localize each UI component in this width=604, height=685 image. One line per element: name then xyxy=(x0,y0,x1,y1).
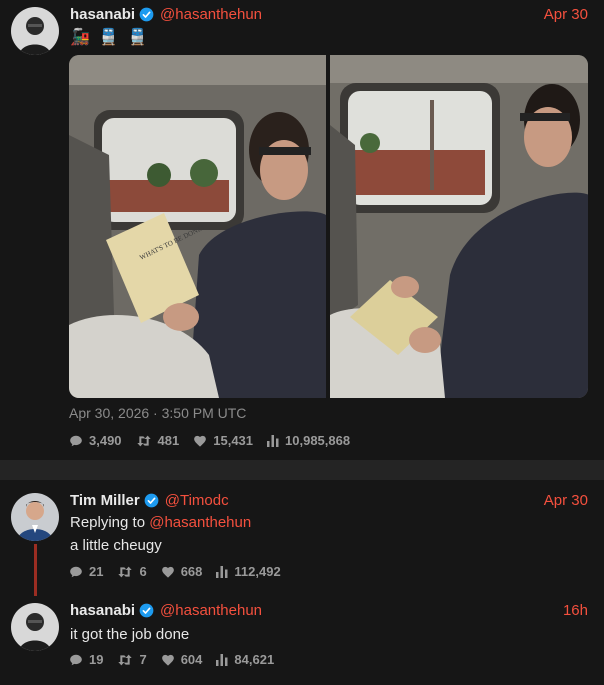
mention-link[interactable]: @hasanthehun xyxy=(149,514,251,531)
tweet-stats: 19 7 604 84,621 xyxy=(69,652,288,667)
thread-line xyxy=(34,544,37,596)
reply-stat[interactable]: 19 xyxy=(69,652,103,667)
main-tweet[interactable]: hasanabi @hasanthehun Apr 30 🚂 🚆 🚆 WHAT'… xyxy=(0,0,604,460)
author-handle[interactable]: @Timodc xyxy=(165,492,229,509)
author-name-row: hasanabi @hasanthehun xyxy=(70,602,262,619)
author-handle[interactable]: @hasanthehun xyxy=(160,6,262,23)
divider xyxy=(0,460,604,480)
emoji-row: 🚂 🚆 🚆 xyxy=(70,27,148,47)
reply-tweet[interactable]: Tim Miller @Timodc Apr 30 Replying to @h… xyxy=(0,480,604,685)
avatar[interactable] xyxy=(11,603,59,651)
tweet-photo[interactable]: WHAT'S TO BE DONE? xyxy=(69,55,327,398)
train-emoji: 🚆 xyxy=(98,29,119,46)
reply-icon xyxy=(70,435,82,446)
like-icon xyxy=(161,566,174,578)
views-stat[interactable]: 84,621 xyxy=(216,652,274,667)
retweet-icon xyxy=(118,566,133,577)
views-count: 10,985,868 xyxy=(285,433,351,448)
retweet-stat[interactable]: 7 xyxy=(117,652,147,667)
verified-icon xyxy=(139,7,154,22)
like-stat[interactable]: 15,431 xyxy=(193,433,253,448)
reply-stat[interactable]: 3,490 xyxy=(69,433,122,448)
retweet-count: 7 xyxy=(139,652,147,667)
verified-icon xyxy=(144,493,159,508)
train-emoji: 🚂 xyxy=(70,29,90,46)
retweet-icon xyxy=(118,654,133,665)
views-icon xyxy=(267,434,279,447)
author-name[interactable]: Tim Miller xyxy=(70,492,140,509)
like-icon xyxy=(194,435,207,447)
like-icon xyxy=(161,654,174,666)
retweet-count: 6 xyxy=(139,564,147,579)
like-stat[interactable]: 668 xyxy=(161,564,203,579)
tweet-timestamp[interactable]: Apr 30, 2026 · 3:50 PM UTC xyxy=(69,405,246,421)
views-count: 84,621 xyxy=(234,652,275,667)
tweet-text: it got the job done xyxy=(70,626,190,643)
views-stat[interactable]: 10,985,868 xyxy=(267,433,350,448)
views-count: 112,492 xyxy=(234,564,281,579)
reply-icon xyxy=(70,566,82,577)
retweet-icon xyxy=(136,435,151,446)
like-count: 15,431 xyxy=(213,433,254,448)
reply-count: 21 xyxy=(89,564,104,579)
avatar[interactable] xyxy=(11,493,59,541)
train-emoji: 🚆 xyxy=(127,29,148,46)
reply-icon xyxy=(70,654,82,665)
tweet-time[interactable]: Apr 30 xyxy=(544,6,588,23)
tweet-time[interactable]: 16h xyxy=(563,602,588,619)
tweet-photo[interactable] xyxy=(330,55,588,398)
avatar[interactable] xyxy=(11,7,59,55)
verified-icon xyxy=(139,603,154,618)
reply-count: 3,490 xyxy=(89,433,122,448)
author-handle[interactable]: @hasanthehun xyxy=(160,602,262,619)
tweet-stats: 21 6 668 112,492 xyxy=(69,564,295,579)
retweet-stat[interactable]: 481 xyxy=(136,433,180,448)
tweet-time[interactable]: Apr 30 xyxy=(544,492,588,509)
views-icon xyxy=(216,565,228,578)
like-count: 604 xyxy=(180,652,203,667)
retweet-stat[interactable]: 6 xyxy=(117,564,147,579)
author-name-row: hasanabi @hasanthehun xyxy=(70,6,262,23)
tweet-text: a little cheugy xyxy=(70,537,162,554)
tweet-stats: 3,490 481 15,431 10,985,868 xyxy=(69,433,364,448)
views-icon xyxy=(216,653,228,666)
like-stat[interactable]: 604 xyxy=(161,652,203,667)
like-count: 668 xyxy=(180,564,203,579)
author-name-row: Tim Miller @Timodc xyxy=(70,492,229,509)
media-grid: WHAT'S TO BE DONE? xyxy=(69,55,588,398)
author-name[interactable]: hasanabi xyxy=(70,602,135,619)
replying-prefix: Replying to xyxy=(70,514,150,531)
author-name[interactable]: hasanabi xyxy=(70,6,135,23)
replying-to: Replying to @hasanthehun xyxy=(70,514,251,531)
reply-count: 19 xyxy=(89,652,104,667)
retweet-count: 481 xyxy=(157,433,180,448)
reply-stat[interactable]: 21 xyxy=(69,564,103,579)
views-stat[interactable]: 112,492 xyxy=(216,564,281,579)
